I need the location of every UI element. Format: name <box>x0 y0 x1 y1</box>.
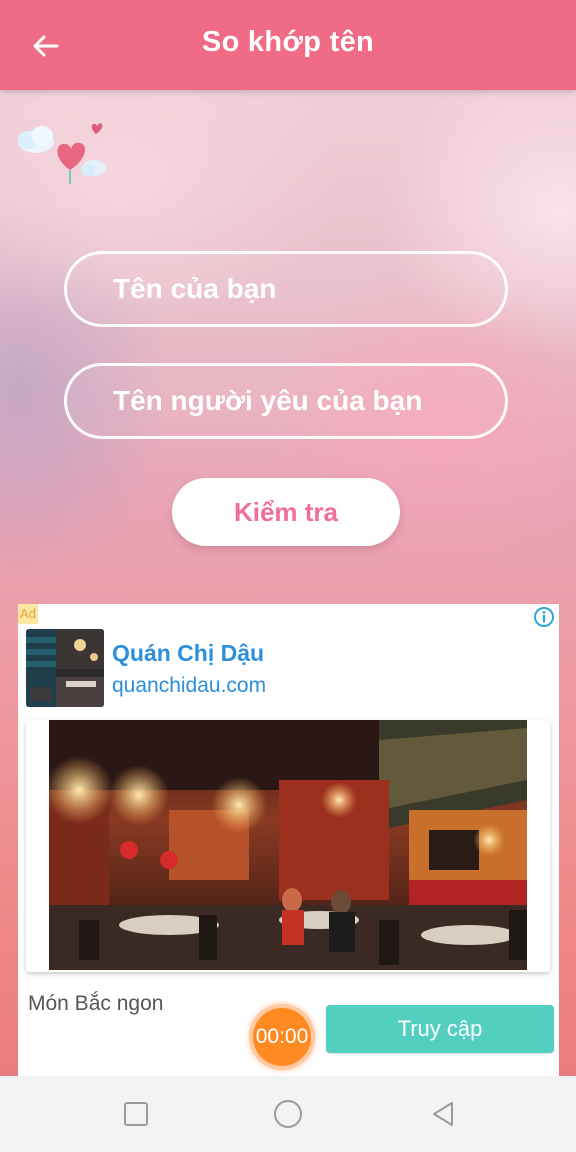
home-circle-icon <box>274 1100 302 1128</box>
ad-url[interactable]: quanchidau.com <box>112 674 266 698</box>
restaurant-photo-image <box>49 720 527 970</box>
ad-media-frame[interactable] <box>26 720 550 972</box>
page-title: So khớp tên <box>201 26 375 58</box>
check-button-label: Kiểm tra <box>233 496 339 527</box>
ad-visit-button[interactable]: Truy cập <box>326 1005 554 1053</box>
app-header: So khớp tên <box>0 0 576 90</box>
recents-button[interactable] <box>116 1094 156 1134</box>
your-name-placeholder: Tên của bạn <box>113 273 277 304</box>
nav-back-button[interactable] <box>423 1094 463 1134</box>
ad-headline[interactable]: Quán Chị Dậu <box>112 640 264 667</box>
system-nav-bar <box>0 1076 576 1152</box>
countdown-timer[interactable]: 00:00 <box>249 1004 315 1070</box>
info-icon[interactable] <box>533 606 555 628</box>
ad-badge: Ad <box>18 604 38 624</box>
your-name-input[interactable]: Tên của bạn <box>64 251 508 327</box>
ad-body-text: Món Bắc ngon <box>28 992 164 1015</box>
back-triangle-icon <box>433 1102 453 1126</box>
lover-name-input[interactable]: Tên người yêu của bạn <box>64 363 508 439</box>
hearts-clouds-icon <box>18 123 106 184</box>
recents-square-icon <box>124 1102 148 1126</box>
lover-name-placeholder: Tên người yêu của bạn <box>113 385 423 416</box>
restaurant-logo-image <box>26 629 104 707</box>
check-button[interactable]: Kiểm tra <box>172 478 400 546</box>
home-button[interactable] <box>268 1094 308 1134</box>
